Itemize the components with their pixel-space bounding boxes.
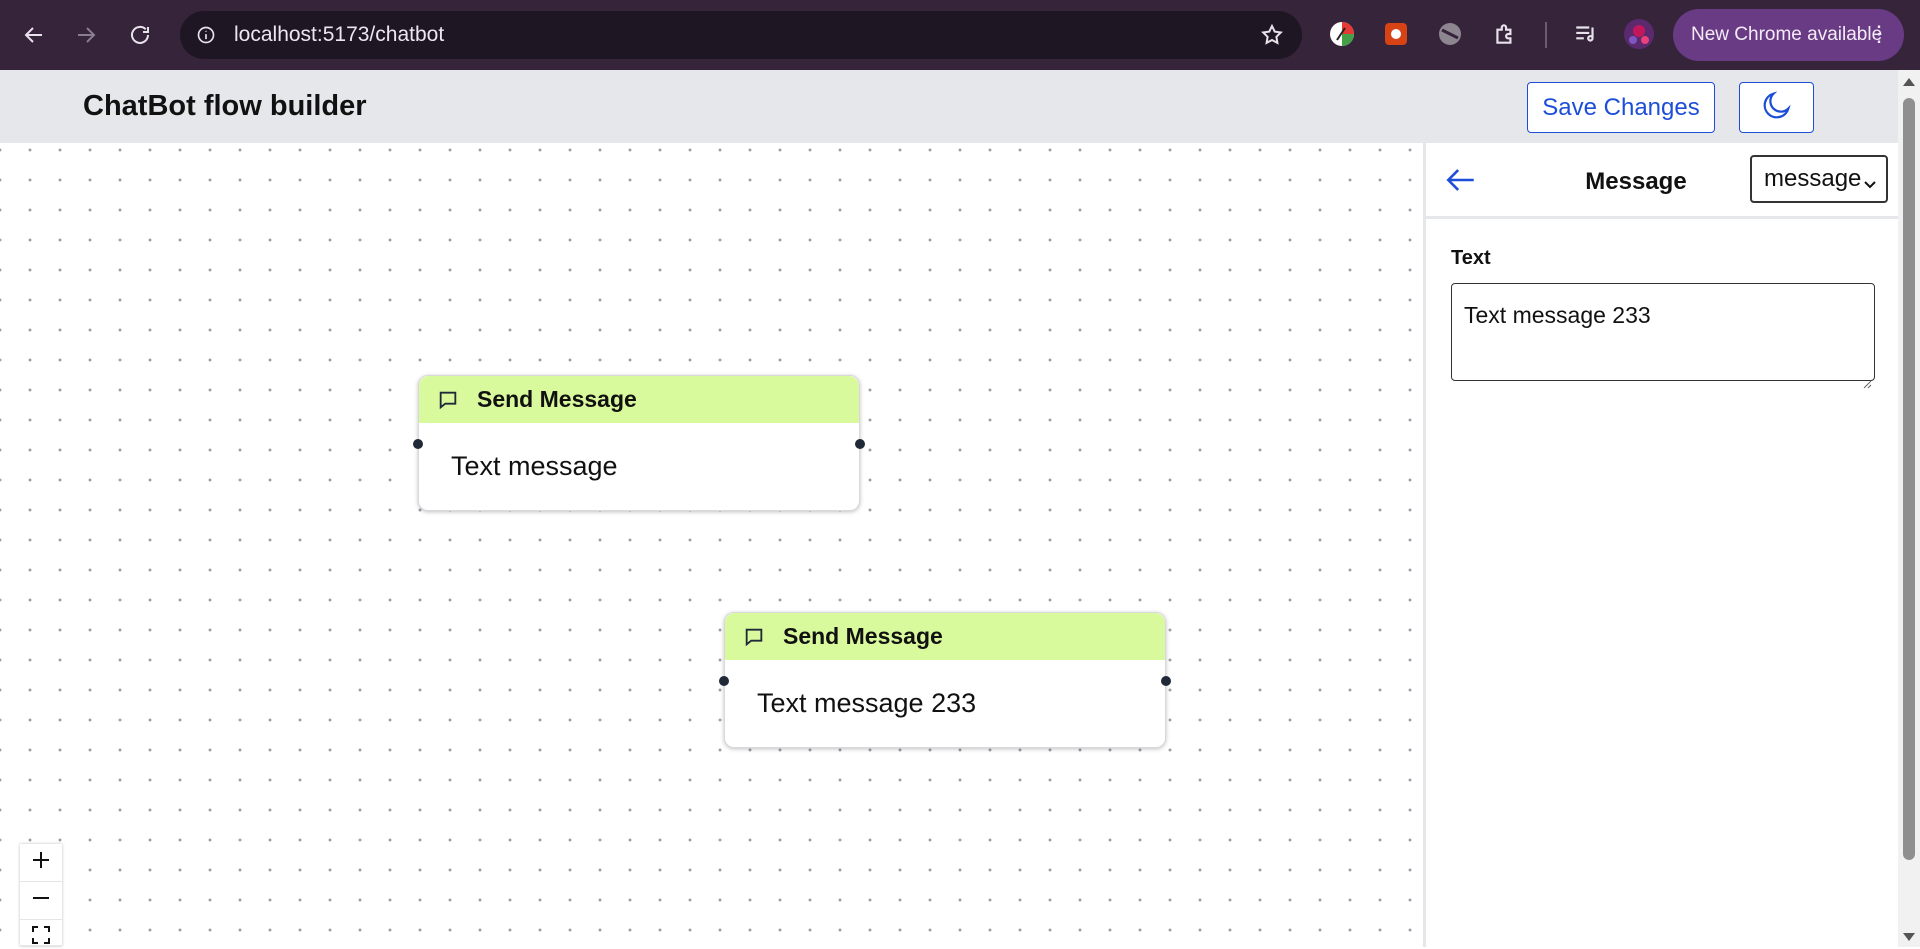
extension-red-icon[interactable] bbox=[1379, 17, 1413, 51]
extensions-puzzle-icon[interactable] bbox=[1488, 17, 1522, 51]
extension-color-icon[interactable] bbox=[1325, 17, 1359, 51]
site-info-icon[interactable] bbox=[194, 23, 218, 47]
resize-grip-icon[interactable] bbox=[1862, 368, 1872, 389]
text-field-label: Text bbox=[1451, 247, 1491, 269]
scroll-down-icon[interactable] bbox=[1903, 933, 1915, 941]
message-text-input[interactable]: Text message 233 bbox=[1451, 283, 1875, 389]
node-title: Send Message bbox=[477, 386, 637, 412]
browser-toolbar: localhost:5173/chatbot New Chrome availa… bbox=[0, 0, 1920, 70]
scrollbar-thumb[interactable] bbox=[1903, 98, 1915, 860]
fit-view-icon bbox=[32, 926, 50, 949]
node-source-handle[interactable] bbox=[1161, 676, 1171, 686]
message-text-value: Text message 233 bbox=[1464, 302, 1651, 328]
back-arrow-icon[interactable] bbox=[14, 15, 54, 55]
node-header: Send Message bbox=[419, 376, 859, 423]
media-queue-icon[interactable] bbox=[1569, 17, 1603, 51]
app-header: ChatBot flow builder Save Changes bbox=[0, 70, 1898, 143]
more-vert-icon[interactable]: ⋮ bbox=[1868, 23, 1890, 45]
plus-icon bbox=[31, 850, 51, 875]
node-header: Send Message bbox=[725, 613, 1165, 660]
flow-canvas[interactable]: Send Message Text message Send Message T… bbox=[0, 143, 1423, 947]
settings-panel: Message message Text Text message 233 bbox=[1423, 143, 1898, 947]
page-title: ChatBot flow builder bbox=[83, 90, 367, 122]
chat-bubble-icon bbox=[743, 626, 765, 648]
profile-avatar-icon[interactable] bbox=[1622, 17, 1656, 51]
back-arrow-icon[interactable] bbox=[1442, 161, 1480, 199]
save-changes-button[interactable]: Save Changes bbox=[1527, 82, 1715, 133]
page-scrollbar[interactable] bbox=[1898, 70, 1920, 947]
forward-arrow-icon[interactable] bbox=[66, 15, 106, 55]
fit-view-button[interactable] bbox=[20, 920, 62, 946]
node-text: Text message 233 bbox=[757, 688, 977, 718]
panel-title: Message bbox=[1585, 168, 1687, 195]
chat-bubble-icon bbox=[437, 389, 459, 411]
reload-icon[interactable] bbox=[120, 15, 160, 55]
address-bar[interactable]: localhost:5173/chatbot bbox=[180, 11, 1302, 59]
url-text: localhost:5173/chatbot bbox=[234, 23, 445, 46]
panel-header: Message message bbox=[1426, 143, 1898, 219]
node-source-handle[interactable] bbox=[855, 439, 865, 449]
theme-toggle-button[interactable] bbox=[1739, 82, 1814, 133]
flow-node-send-message[interactable]: Send Message Text message 233 bbox=[719, 612, 1171, 748]
extension-gray-icon[interactable] bbox=[1433, 17, 1467, 51]
zoom-in-button[interactable] bbox=[20, 844, 62, 882]
node-type-select[interactable]: message bbox=[1750, 155, 1888, 203]
moon-icon bbox=[1760, 88, 1794, 127]
node-target-handle[interactable] bbox=[719, 676, 729, 686]
node-title: Send Message bbox=[783, 623, 943, 649]
zoom-controls bbox=[20, 844, 62, 946]
chevron-down-icon bbox=[1862, 171, 1878, 199]
scroll-up-icon[interactable] bbox=[1903, 78, 1915, 86]
zoom-out-button[interactable] bbox=[20, 882, 62, 920]
minus-icon bbox=[31, 888, 51, 913]
node-type-value: message bbox=[1764, 165, 1862, 192]
toolbar-divider bbox=[1545, 22, 1547, 48]
flow-node-send-message[interactable]: Send Message Text message bbox=[413, 375, 865, 511]
chrome-update-label: New Chrome available bbox=[1691, 24, 1883, 45]
node-target-handle[interactable] bbox=[413, 439, 423, 449]
chrome-update-button[interactable]: New Chrome available ⋮ bbox=[1673, 9, 1904, 61]
node-text: Text message bbox=[451, 451, 618, 481]
bookmark-star-icon[interactable] bbox=[1260, 23, 1284, 52]
